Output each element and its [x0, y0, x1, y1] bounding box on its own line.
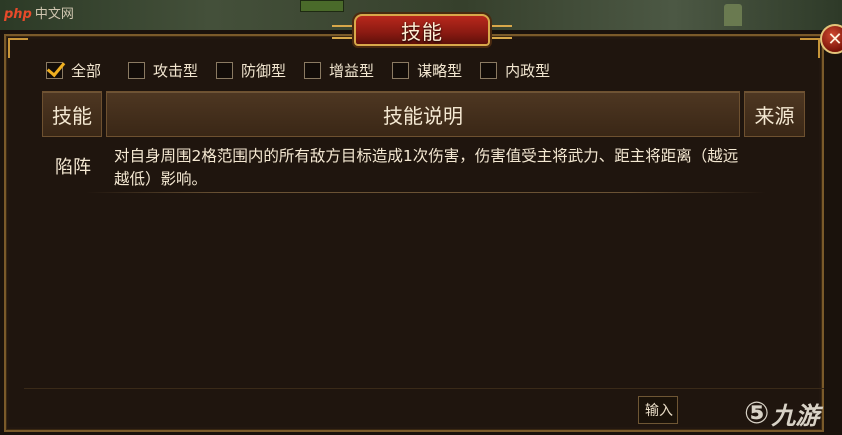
filter-label: 内政型 [505, 61, 551, 80]
filter-label: 增益型 [329, 61, 375, 80]
dialog-title: 技能 [401, 19, 443, 44]
logo-icon: ⑤ [744, 396, 770, 431]
close-icon: ✕ [827, 28, 842, 50]
logo-text: 九游 [771, 402, 820, 430]
header-description: 技能说明 [106, 91, 740, 137]
watermark-cn: 中文网 [34, 7, 74, 22]
filter-label: 防御型 [241, 61, 287, 80]
checkbox[interactable] [128, 61, 146, 79]
skill-description: 对自身周围2格范围内的所有敌方目标造成1次伤害，伤害值受主将武力、距主将距离（越… [114, 147, 739, 188]
filter-civil[interactable]: 内政型 [480, 60, 550, 81]
checkbox[interactable] [392, 61, 410, 79]
filter-attack[interactable]: 攻击型 [128, 60, 198, 81]
filter-label: 全部 [71, 61, 102, 80]
input-button[interactable]: 输入 [638, 396, 678, 424]
footer-divider [24, 388, 824, 389]
site-logo: ⑤ 九游 [744, 396, 819, 431]
filter-label: 谋略型 [417, 61, 463, 80]
dialog-title-tab: 技能 [332, 14, 512, 46]
title-ornament-left [332, 25, 352, 39]
skill-name[interactable]: 陷阵 [42, 153, 104, 179]
watermark-brand: php [4, 7, 32, 22]
character-sprite [724, 4, 742, 26]
checkmark-icon[interactable] [46, 61, 63, 79]
skill-type-filters: 全部 攻击型 防御型 增益型 谋略型 内政型 [46, 59, 568, 81]
hud-health-bar [300, 0, 344, 12]
close-button[interactable]: ✕ [820, 24, 842, 54]
header-skill[interactable]: 技能 [42, 91, 102, 137]
corner-ornament [8, 38, 28, 58]
filter-all[interactable]: 全部 [46, 60, 101, 81]
checkbox[interactable] [304, 61, 322, 79]
corner-ornament [800, 38, 820, 58]
header-source[interactable]: 来源 [744, 91, 805, 137]
watermark: php 中文网 [4, 3, 74, 22]
filter-defense[interactable]: 防御型 [216, 60, 286, 81]
filter-buff[interactable]: 增益型 [304, 60, 374, 81]
filter-label: 攻击型 [153, 61, 199, 80]
title-ornament-right [492, 25, 512, 39]
row-divider [86, 192, 766, 193]
checkbox[interactable] [480, 61, 498, 79]
checkbox[interactable] [216, 61, 234, 79]
filter-strategy[interactable]: 谋略型 [392, 60, 462, 81]
